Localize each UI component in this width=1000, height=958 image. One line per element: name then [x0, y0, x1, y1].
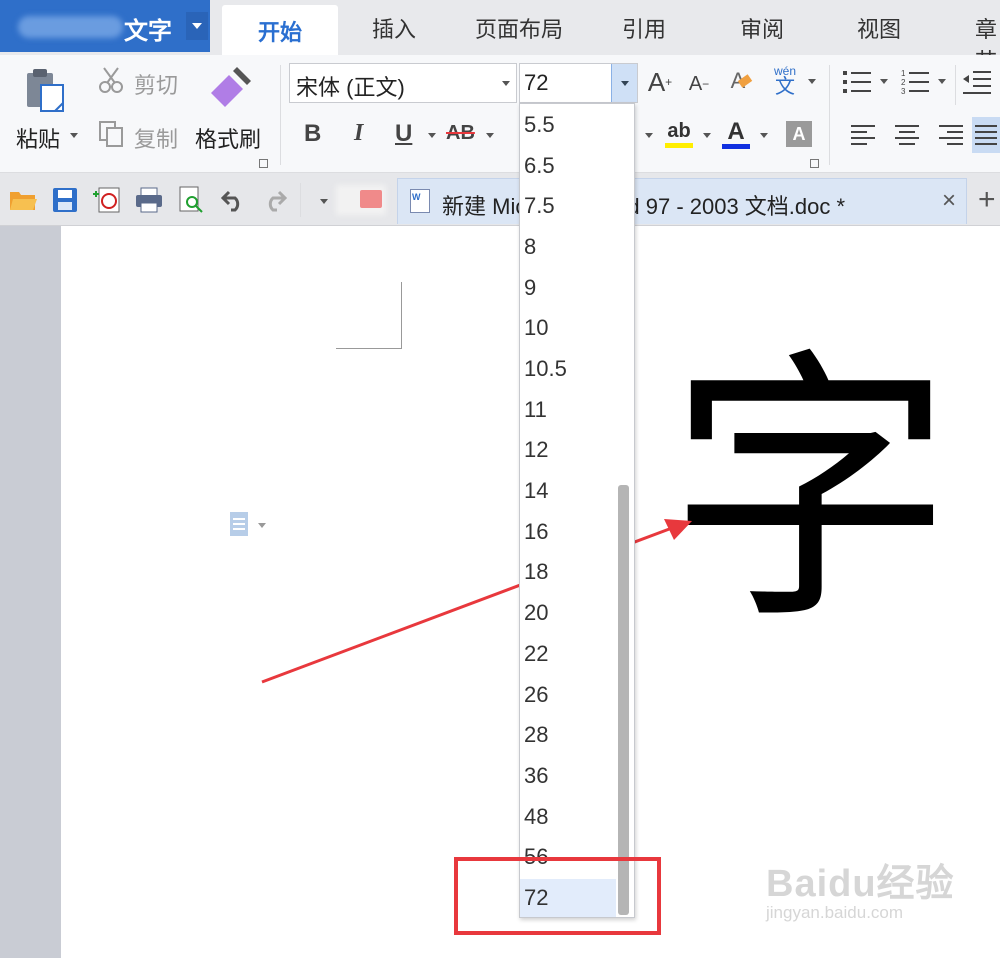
font-size-option[interactable]: 5.5 [520, 106, 616, 144]
font-size-option[interactable]: 7.5 [520, 187, 616, 225]
font-size-option[interactable]: 12 [520, 431, 616, 469]
font-size-option[interactable]: 26 [520, 676, 616, 714]
font-size-option[interactable]: 18 [520, 553, 616, 591]
annotation-arrow [261, 519, 692, 684]
font-size-option[interactable]: 16 [520, 513, 616, 551]
font-size-option[interactable]: 36 [520, 757, 616, 795]
font-size-option[interactable]: 48 [520, 798, 616, 836]
font-size-option[interactable]: 9 [520, 269, 616, 307]
font-size-option[interactable]: 6.5 [520, 147, 616, 185]
font-size-option[interactable]: 8 [520, 228, 616, 266]
font-size-option[interactable]: 10.5 [520, 350, 616, 388]
font-size-option[interactable]: 20 [520, 594, 616, 632]
font-size-option[interactable]: 10 [520, 309, 616, 347]
annotation-highlight-box [454, 857, 661, 935]
font-size-option[interactable]: 28 [520, 716, 616, 754]
baidu-watermark: Baidu经验 jingyan.baidu.com [766, 852, 955, 923]
watermark-brand: Baidu经验 [766, 863, 955, 905]
dropdown-scrollbar[interactable] [618, 485, 629, 915]
font-size-option[interactable]: 11 [520, 391, 616, 429]
font-size-option[interactable]: 14 [520, 472, 616, 510]
font-size-option[interactable]: 22 [520, 635, 616, 673]
font-size-dropdown[interactable]: 5.5 6.5 7.5 8 9 10 10.5 11 12 14 16 18 2… [519, 103, 635, 918]
